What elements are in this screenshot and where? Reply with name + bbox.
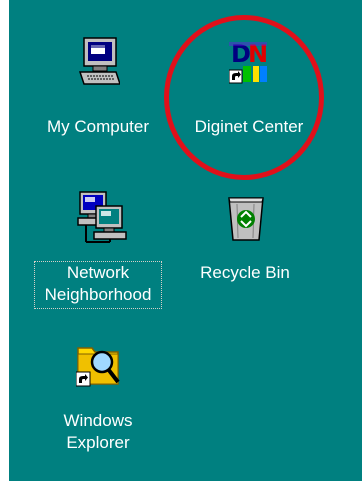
desktop-icon-label: Network Neighborhood [34,261,162,309]
desktop-icon-network-neighborhood[interactable]: Network Neighborhood [28,186,168,316]
desktop-icon-diginet-center[interactable]: D N Diginet Center [179,36,319,146]
desktop-icon-label: Windows Explorer [28,410,168,454]
network-neighborhood-icon [76,190,128,251]
desktop-icon-windows-explorer[interactable]: Windows Explorer [28,334,168,464]
label-line: Network [66,263,130,282]
desktop-icon-label: Diginet Center [194,117,304,136]
windows-explorer-icon [75,338,122,395]
label-line: Neighborhood [44,285,152,304]
desktop-icon-my-computer[interactable]: My Computer [28,36,168,146]
label-line: Explorer [66,433,130,452]
desktop: My Computer D N Diginet Center Network N… [9,0,362,481]
recycle-bin-icon [225,190,267,249]
diginet-center-icon: D N [228,38,269,95]
desktop-icon-label: Recycle Bin [200,263,290,282]
label-line: Windows [63,411,133,430]
desktop-icon-label: My Computer [46,117,150,136]
my-computer-icon [78,36,122,99]
desktop-icon-recycle-bin[interactable]: Recycle Bin [175,186,315,296]
